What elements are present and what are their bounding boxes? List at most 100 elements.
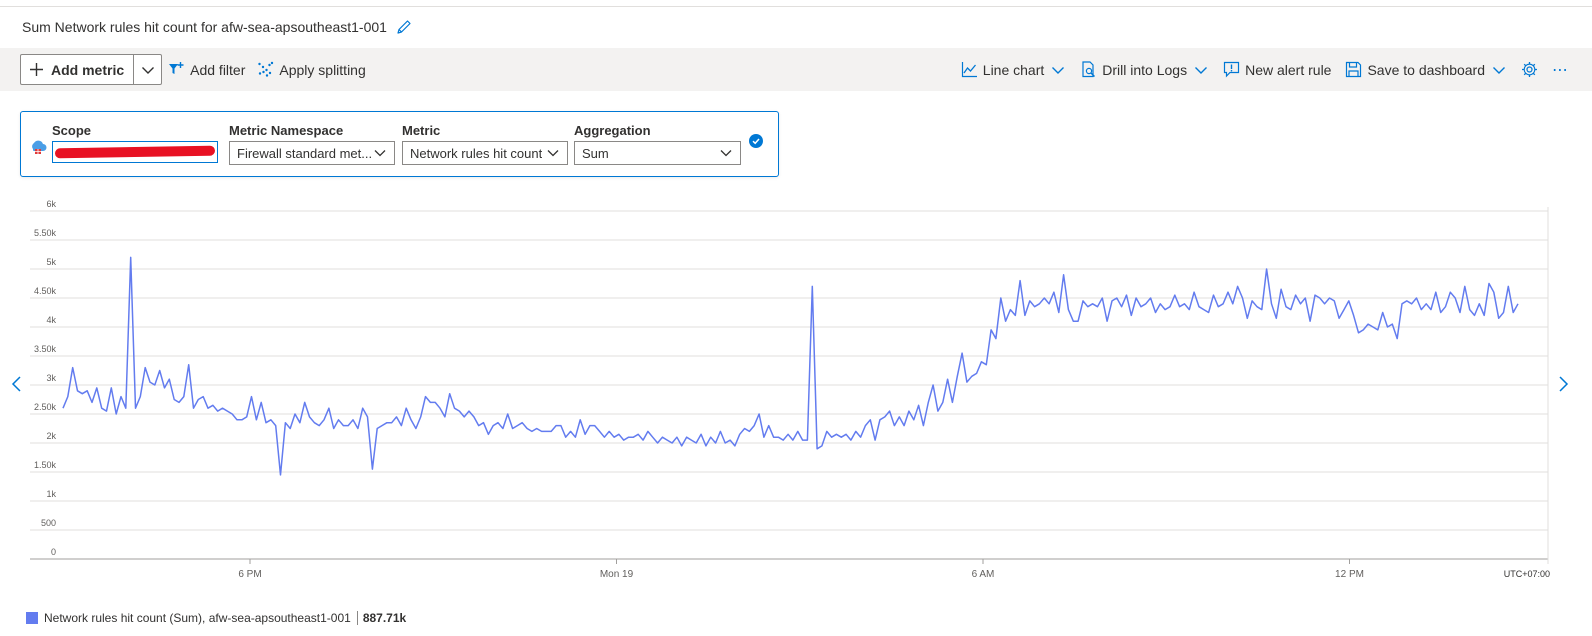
data-point bbox=[67, 396, 68, 397]
data-point bbox=[1411, 303, 1412, 304]
chart-settings-button[interactable] bbox=[1515, 54, 1544, 85]
data-point bbox=[512, 428, 513, 429]
data-point bbox=[937, 411, 938, 412]
data-point bbox=[1256, 306, 1257, 307]
save-icon bbox=[1345, 61, 1362, 78]
data-point bbox=[386, 422, 387, 423]
data-point bbox=[633, 437, 634, 438]
chevron-right-icon[interactable] bbox=[1556, 374, 1570, 394]
data-point bbox=[962, 353, 963, 354]
data-point bbox=[1334, 300, 1335, 301]
data-point bbox=[797, 431, 798, 432]
more-options-button[interactable]: ⋯ bbox=[1546, 54, 1574, 85]
data-point bbox=[116, 413, 117, 414]
data-point bbox=[425, 396, 426, 397]
aggregation-select[interactable]: Sum bbox=[574, 141, 741, 165]
drill-into-logs-dropdown[interactable]: Drill into Logs bbox=[1074, 54, 1215, 85]
data-point bbox=[846, 434, 847, 435]
data-point bbox=[705, 445, 706, 446]
data-point bbox=[1401, 303, 1402, 304]
data-point bbox=[1290, 309, 1291, 310]
metric-select[interactable]: Network rules hit count bbox=[402, 141, 568, 165]
checkmark-icon bbox=[749, 134, 763, 148]
y-tick-label: 1k bbox=[46, 489, 56, 499]
data-point bbox=[145, 367, 146, 368]
scope-input[interactable] bbox=[52, 141, 218, 163]
data-point bbox=[1310, 321, 1311, 322]
data-point bbox=[502, 428, 503, 429]
data-point bbox=[1169, 306, 1170, 307]
data-point bbox=[1082, 300, 1083, 301]
data-point bbox=[701, 434, 702, 435]
drill-into-logs-label: Drill into Logs bbox=[1102, 61, 1188, 78]
data-point bbox=[1097, 306, 1098, 307]
data-point bbox=[643, 440, 644, 441]
data-point bbox=[783, 440, 784, 441]
new-alert-rule-button[interactable]: New alert rule bbox=[1217, 54, 1337, 85]
data-point bbox=[981, 361, 982, 362]
data-point bbox=[1300, 303, 1301, 304]
aggregation-field: Aggregation Sum bbox=[574, 122, 741, 165]
y-tick-label: 6k bbox=[46, 199, 56, 209]
data-point bbox=[91, 402, 92, 403]
data-point bbox=[1020, 280, 1021, 281]
data-point bbox=[178, 402, 179, 403]
data-point bbox=[749, 431, 750, 432]
data-point bbox=[725, 442, 726, 443]
data-point bbox=[130, 257, 131, 258]
data-point bbox=[333, 428, 334, 429]
data-point bbox=[1203, 309, 1204, 310]
data-point bbox=[1339, 318, 1340, 319]
y-tick-label: 2.50k bbox=[34, 402, 57, 412]
add-metric-label: Add metric bbox=[51, 61, 125, 78]
filter-add-icon bbox=[168, 61, 185, 78]
data-point bbox=[174, 399, 175, 400]
data-point bbox=[169, 379, 170, 380]
data-point bbox=[1000, 297, 1001, 298]
chevron-left-icon[interactable] bbox=[10, 374, 24, 394]
data-point bbox=[657, 442, 658, 443]
metric-namespace-label: Metric Namespace bbox=[229, 123, 344, 138]
add-metric-dropdown[interactable] bbox=[133, 55, 161, 84]
gear-icon bbox=[1521, 61, 1538, 78]
data-point bbox=[62, 408, 63, 409]
data-point bbox=[672, 442, 673, 443]
data-point bbox=[439, 408, 440, 409]
line-chart-dropdown[interactable]: Line chart bbox=[955, 54, 1072, 85]
data-point bbox=[575, 437, 576, 438]
data-point bbox=[1271, 303, 1272, 304]
data-point bbox=[488, 434, 489, 435]
add-filter-button[interactable]: Add filter bbox=[162, 54, 251, 85]
data-point bbox=[1121, 306, 1122, 307]
data-point bbox=[338, 419, 339, 420]
apply-splitting-label: Apply splitting bbox=[279, 61, 366, 78]
data-point bbox=[483, 422, 484, 423]
data-point bbox=[77, 390, 78, 391]
line-chart: 0 500 1k 1.50k 2k 2.50k 3k 3.50k 4k 4.50k 5k 5.50k 6… bbox=[30, 199, 1550, 580]
data-point bbox=[82, 393, 83, 394]
data-point bbox=[1068, 309, 1069, 310]
data-point bbox=[1136, 297, 1137, 298]
save-to-dashboard-dropdown[interactable]: Save to dashboard bbox=[1339, 54, 1513, 85]
data-point bbox=[1464, 286, 1465, 287]
data-point bbox=[522, 422, 523, 423]
data-point bbox=[1063, 274, 1064, 275]
y-tick-label: 3.50k bbox=[34, 344, 57, 354]
pencil-icon[interactable] bbox=[395, 18, 413, 36]
data-point bbox=[203, 396, 204, 397]
chevron-down-icon bbox=[544, 145, 561, 162]
apply-splitting-button[interactable]: Apply splitting bbox=[251, 54, 371, 85]
chart-legend[interactable]: Network rules hit count (Sum), afw-sea-a… bbox=[26, 611, 406, 625]
data-point bbox=[120, 396, 121, 397]
data-point bbox=[1140, 306, 1141, 307]
data-point bbox=[1111, 300, 1112, 301]
metric-namespace-select[interactable]: Firewall standard met... bbox=[229, 141, 395, 165]
add-metric-button[interactable]: Add metric bbox=[21, 55, 133, 84]
data-point bbox=[691, 440, 692, 441]
data-point bbox=[1029, 300, 1030, 301]
data-point bbox=[290, 428, 291, 429]
data-point bbox=[183, 396, 184, 397]
x-tick-label: 6 AM bbox=[972, 569, 995, 580]
data-point bbox=[265, 422, 266, 423]
data-point bbox=[1266, 268, 1267, 269]
